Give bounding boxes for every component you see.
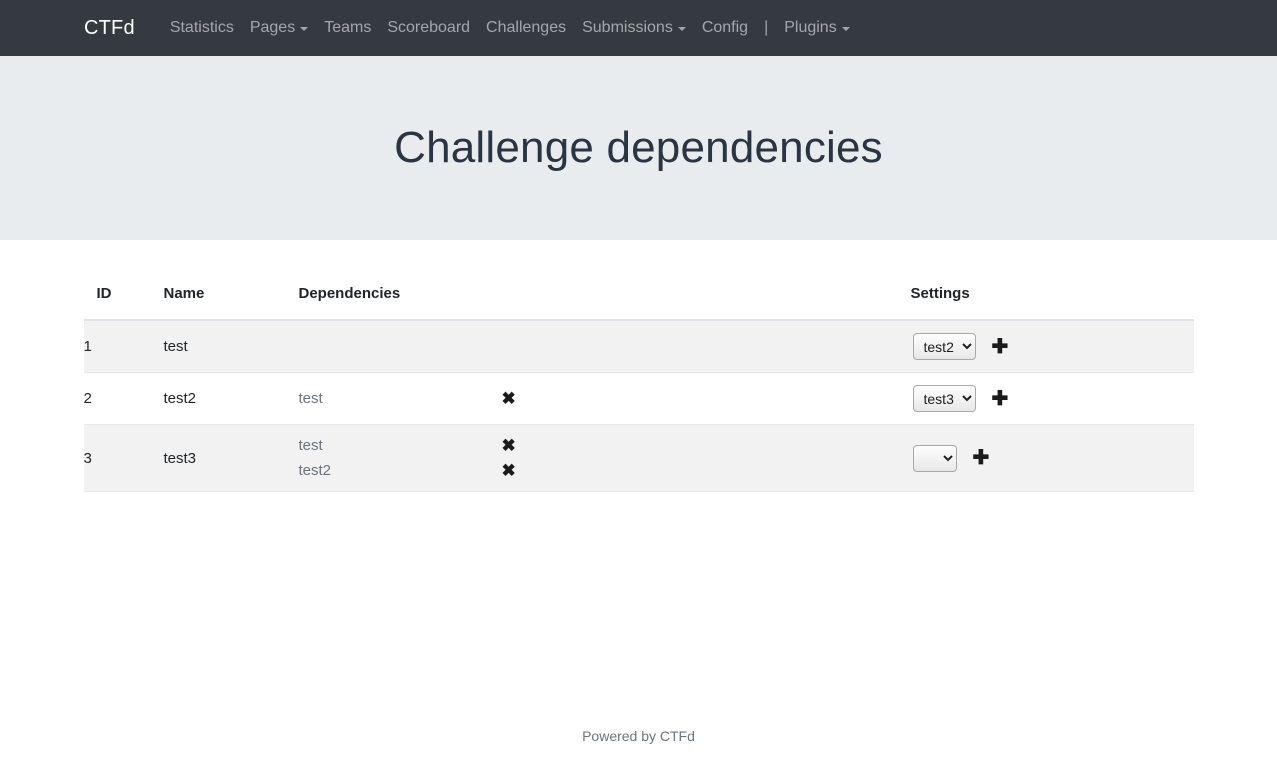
- nav-item-statistics[interactable]: Statistics: [162, 19, 242, 37]
- table-header-row: ID Name Dependencies Settings: [83, 285, 1194, 321]
- dependency-item: test2 ✖: [299, 462, 911, 479]
- page-header-banner: Challenge dependencies: [0, 56, 1277, 240]
- table-head: ID Name Dependencies Settings: [83, 285, 1194, 321]
- nav-item-label: Config: [701, 19, 749, 36]
- main-content: ID Name Dependencies Settings 1 test tes…: [0, 240, 1277, 492]
- nav-item-label: Pages: [249, 19, 296, 36]
- page-footer: Powered by CTFd: [0, 728, 1277, 746]
- nav-item-submissions[interactable]: Submissions: [574, 19, 694, 37]
- settings-controls: test2 test3 ✚: [911, 333, 1194, 360]
- cell-id: 2: [83, 390, 92, 407]
- nav-item-teams[interactable]: Teams: [316, 19, 379, 37]
- nav-links: Statistics Pages Teams Scoreboard Challe…: [162, 19, 858, 37]
- nav-item-label: Scoreboard: [387, 19, 471, 36]
- cell-settings: ✚: [911, 425, 1194, 492]
- column-header-name: Name: [163, 285, 299, 321]
- nav-item-pages[interactable]: Pages: [242, 19, 316, 37]
- cell-id: 3: [83, 449, 92, 467]
- plus-icon[interactable]: ✚: [992, 389, 1009, 409]
- nav-item-label: Teams: [324, 19, 372, 36]
- plus-icon[interactable]: ✚: [992, 337, 1009, 357]
- cell-name: test: [163, 338, 188, 355]
- dependencies-table: ID Name Dependencies Settings 1 test tes…: [83, 285, 1194, 492]
- table-row: 1 test test2 test3 ✚: [83, 320, 1194, 373]
- dependency-select[interactable]: test3: [912, 385, 976, 412]
- plus-icon[interactable]: ✚: [973, 448, 990, 468]
- dependency-item: test ✖: [299, 437, 911, 454]
- remove-icon[interactable]: ✖: [502, 462, 516, 479]
- column-header-dependencies: Dependencies: [298, 285, 911, 321]
- cell-dependencies: [299, 320, 911, 373]
- cell-dependencies: test ✖: [299, 373, 911, 425]
- nav-separator: |: [764, 19, 769, 36]
- chevron-down-icon: [677, 27, 686, 31]
- cell-name: test3: [163, 449, 197, 467]
- table-body: 1 test test2 test3 ✚: [83, 320, 1194, 492]
- nav-item-challenges[interactable]: Challenges: [478, 19, 574, 37]
- dependency-label: test: [298, 390, 323, 407]
- remove-icon[interactable]: ✖: [502, 437, 516, 454]
- column-header-id: ID: [83, 285, 164, 321]
- settings-controls: ✚: [911, 444, 1194, 472]
- dependency-select[interactable]: test2 test3: [912, 333, 976, 360]
- cell-id: 1: [83, 338, 92, 355]
- cell-name: test2: [163, 390, 197, 407]
- cell-dependencies: test ✖ test2 ✖: [299, 425, 911, 492]
- dependency-label: test2: [298, 462, 332, 479]
- column-header-settings: Settings: [910, 285, 1194, 321]
- nav-item-label: Challenges: [486, 19, 567, 36]
- dependency-select[interactable]: [912, 444, 957, 472]
- settings-controls: test3 ✚: [911, 385, 1194, 412]
- chevron-down-icon: [300, 27, 309, 31]
- dependency-label: test: [298, 437, 323, 454]
- cell-settings: test3 ✚: [911, 373, 1194, 425]
- dependency-list: test ✖: [299, 390, 911, 407]
- nav-item-config[interactable]: Config: [694, 19, 756, 37]
- dependency-item: test ✖: [299, 390, 911, 407]
- top-navbar: CTFd Statistics Pages Teams Scoreboard C…: [0, 0, 1277, 56]
- remove-icon[interactable]: ✖: [502, 390, 516, 407]
- nav-item-plugins[interactable]: Plugins: [776, 19, 857, 37]
- brand-logo[interactable]: CTFd: [84, 17, 135, 40]
- dependency-list: test ✖ test2 ✖: [299, 437, 911, 479]
- nav-item-label: Submissions: [582, 19, 673, 36]
- footer-link[interactable]: Powered by CTFd: [582, 728, 695, 744]
- table-row: 3 test3 test ✖ test2 ✖ ✚: [83, 424, 1194, 492]
- table-row: 2 test2 test ✖ test3 ✚: [83, 372, 1194, 425]
- page-title: Challenge dependencies: [394, 123, 883, 172]
- nav-item-label: Statistics: [169, 19, 234, 36]
- nav-item-scoreboard[interactable]: Scoreboard: [379, 19, 478, 37]
- cell-settings: test2 test3 ✚: [911, 320, 1194, 373]
- chevron-down-icon: [841, 27, 850, 31]
- content-container: ID Name Dependencies Settings 1 test tes…: [83, 285, 1194, 492]
- nav-item-label: Plugins: [784, 19, 837, 36]
